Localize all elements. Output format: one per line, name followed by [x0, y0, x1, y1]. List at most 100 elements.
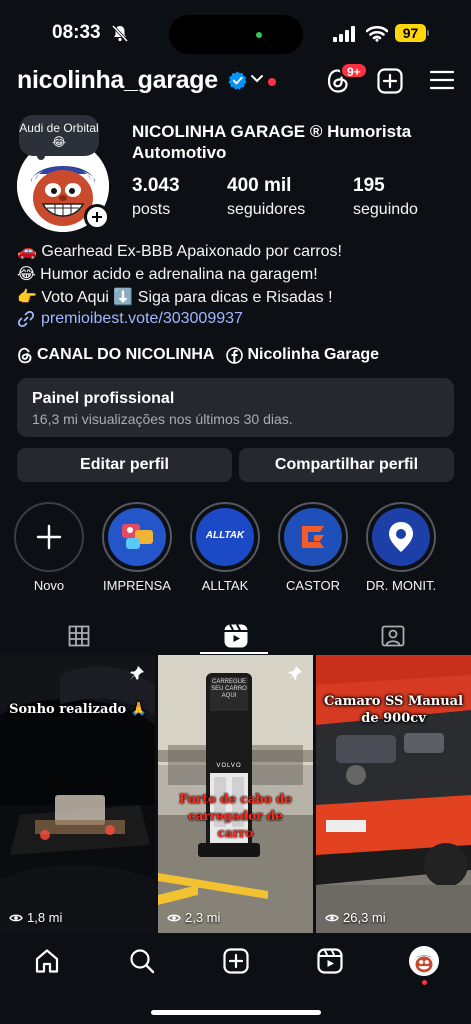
- bio-line: 😂 Humor acido e adrenalina na garagem!: [17, 266, 318, 283]
- tagged-user-icon: [381, 625, 404, 647]
- eye-icon: [325, 914, 339, 921]
- highlight-ring: [102, 502, 172, 572]
- reel-thumbnail[interactable]: Camaro SS Manual de 900cv 26,3 mi: [316, 655, 471, 933]
- stat-followers[interactable]: 400 mil seguidores: [227, 175, 305, 219]
- charger-screen-text: CARREGUE SEU CARRO AQUI: [211, 679, 247, 699]
- stat-posts-value: 3.043: [132, 175, 180, 196]
- highlight-ring: ALLTAK: [190, 502, 260, 572]
- tab-reels[interactable]: [157, 618, 314, 654]
- active-tab-indicator: [200, 652, 268, 654]
- create-icon[interactable]: [223, 948, 249, 974]
- bio-line: 🚗 Gearhead Ex-BBB Apaixonado por carros!: [17, 243, 342, 260]
- battery-level: 97: [395, 24, 426, 42]
- tab-posts-grid[interactable]: [0, 618, 157, 654]
- reel-views: 2,3 mi: [167, 910, 220, 925]
- charger-brand-label: VOLVO: [216, 763, 242, 769]
- highlight-cover: [20, 508, 78, 566]
- new-post-icon[interactable]: [377, 68, 403, 94]
- professional-dashboard-subtitle: 16,3 mi visualizações nos últimos 30 dia…: [32, 411, 293, 427]
- profile-notification-dot: [422, 980, 427, 985]
- camera-indicator-icon: [256, 32, 262, 38]
- wifi-icon: [366, 25, 388, 42]
- avatar-mini-icon: [411, 948, 437, 974]
- location-pin-icon: [389, 522, 413, 552]
- link-icon: [17, 310, 35, 328]
- tab-tagged[interactable]: [314, 618, 471, 654]
- reel-views: 1,8 mi: [9, 910, 62, 925]
- facebook-label: Nicolinha Garage: [247, 346, 380, 363]
- highlight-ring: [14, 502, 84, 572]
- search-icon[interactable]: [129, 948, 155, 974]
- highlight-dr-monit[interactable]: DR. MONIT...: [366, 502, 436, 593]
- stat-posts[interactable]: 3.043 posts: [132, 175, 180, 219]
- press-icon: [122, 524, 153, 549]
- add-story-icon[interactable]: [84, 204, 110, 230]
- reel-view-count: 1,8 mi: [27, 910, 63, 925]
- highlight-ring: [278, 502, 348, 572]
- highlight-cover: [284, 508, 342, 566]
- facebook-icon: [226, 346, 244, 364]
- home-icon[interactable]: [34, 948, 60, 974]
- highlight-imprensa[interactable]: IMPRENSA: [102, 502, 172, 593]
- reels-nav-icon[interactable]: [317, 948, 343, 974]
- highlight-cover: [372, 508, 430, 566]
- threads-notification-badge: 9+: [340, 62, 368, 79]
- profile-link[interactable]: premioibest.vote/303009937: [17, 310, 243, 328]
- eye-icon: [167, 914, 181, 921]
- reel-caption: Sonho realizado 🙏: [9, 702, 147, 717]
- home-indicator: [151, 1010, 321, 1015]
- chevron-down-icon[interactable]: [250, 74, 264, 84]
- note-bubble-tail: [37, 152, 45, 160]
- stat-following-value: 195: [353, 175, 385, 196]
- night-drive-thumbnail: [0, 655, 155, 933]
- stat-following-label: seguindo: [353, 201, 418, 218]
- reel-thumbnail[interactable]: CARREGUE SEU CARRO AQUI VOLVO Furto de c…: [158, 655, 313, 933]
- profile-note-bubble[interactable]: Audi de Orbital 😂: [19, 115, 99, 156]
- castor-logo-icon: [302, 526, 324, 548]
- menu-icon[interactable]: [430, 70, 454, 90]
- highlight-cover: ALLTAK: [196, 508, 254, 566]
- bell-muted-icon: [112, 25, 128, 42]
- profile-screen: 08:33 97 nicolinha_garage 9+ Audi de Orb…: [0, 0, 471, 1024]
- stat-posts-label: posts: [132, 201, 171, 218]
- status-time: 08:33: [52, 22, 101, 43]
- edit-profile-button[interactable]: Editar perfil: [17, 448, 232, 482]
- professional-dashboard-title: Painel profissional: [32, 390, 175, 407]
- reel-views: 26,3 mi: [325, 910, 386, 925]
- dynamic-island: [169, 15, 303, 54]
- plus-icon: [36, 524, 62, 550]
- highlight-alltak[interactable]: ALLTAK ALLTAK: [190, 502, 260, 593]
- stat-followers-value: 400 mil: [227, 175, 292, 196]
- stat-following[interactable]: 195 seguindo: [353, 175, 418, 219]
- battery-cap-icon: [427, 30, 429, 36]
- profile-nav-avatar[interactable]: [409, 946, 439, 976]
- share-profile-button[interactable]: Compartilhar perfil: [239, 448, 454, 482]
- facebook-link[interactable]: Nicolinha Garage: [226, 346, 379, 364]
- profile-username[interactable]: nicolinha_garage: [17, 66, 218, 95]
- highlight-castor[interactable]: CASTOR: [278, 502, 348, 593]
- profile-link-text[interactable]: premioibest.vote/303009937: [41, 310, 243, 328]
- highlight-label: ALLTAK: [201, 578, 249, 593]
- reel-view-count: 26,3 mi: [343, 910, 386, 925]
- highlight-label: Novo: [33, 578, 65, 593]
- reel-caption: Camaro SS Manual de 900cv: [323, 694, 464, 726]
- reel-thumbnail[interactable]: Sonho realizado 🙏 1,8 mi: [0, 655, 155, 933]
- profile-display-name: NICOLINHA GARAGE ® Humorista Automotivo: [132, 122, 412, 162]
- cellular-signal-icon: [333, 26, 355, 42]
- highlight-label: DR. MONIT...: [366, 578, 436, 593]
- channel-link[interactable]: CANAL DO NICOLINHA: [17, 346, 214, 364]
- eye-icon: [9, 914, 23, 921]
- highlight-ring: [366, 502, 436, 572]
- alltak-logo: ALLTAK: [205, 530, 245, 541]
- pin-icon: [130, 666, 144, 680]
- stat-followers-label: seguidores: [227, 201, 306, 218]
- linked-channels: CANAL DO NICOLINHA Nicolinha Garage: [17, 346, 379, 364]
- reels-icon: [224, 624, 247, 648]
- status-bar: 08:33 97: [0, 0, 471, 62]
- highlight-label: CASTOR: [286, 578, 340, 593]
- profile-bio: 🚗 Gearhead Ex-BBB Apaixonado por carros!…: [17, 240, 342, 309]
- professional-dashboard[interactable]: Painel profissional 16,3 mi visualizaçõe…: [17, 378, 454, 437]
- grid-icon: [68, 625, 89, 647]
- account-notification-dot: [268, 78, 276, 86]
- highlight-new[interactable]: Novo: [14, 502, 84, 593]
